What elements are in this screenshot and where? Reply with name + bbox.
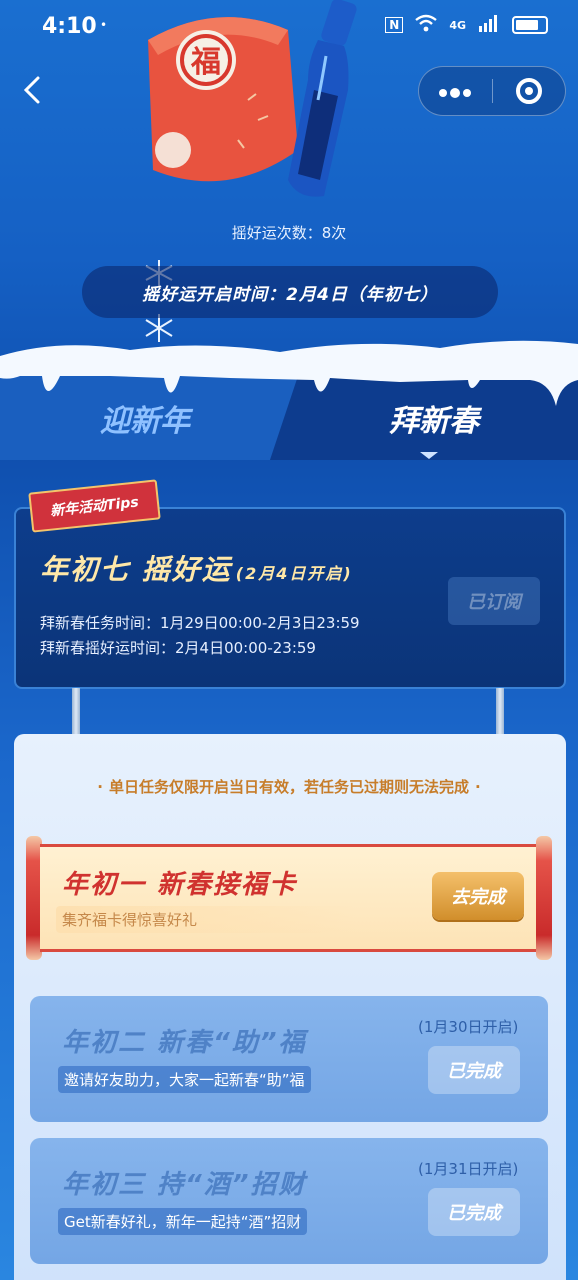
task-day2-card: 年初二 新春“助”福 邀请好友助力，大家一起新春“助”福 (1月30日开启) 已… bbox=[30, 996, 548, 1122]
subscribed-button[interactable]: 已订阅 bbox=[448, 577, 540, 625]
tips-title-main: 年初七 摇好运 bbox=[40, 553, 232, 586]
battery-icon bbox=[512, 16, 548, 34]
completed-button[interactable]: 已完成 bbox=[428, 1046, 520, 1094]
task-desc: Get新春好礼，新年一起持“酒”招财 bbox=[58, 1208, 308, 1235]
task-title: 年初一 新春接福卡 bbox=[62, 870, 298, 900]
task-desc: 邀请好友助力，大家一起新春“助”福 bbox=[58, 1066, 311, 1093]
status-time: 4:10 bbox=[42, 14, 97, 39]
target-icon bbox=[515, 78, 542, 104]
status-icons: N 4G bbox=[385, 14, 548, 36]
back-button[interactable] bbox=[18, 72, 48, 108]
shake-count: 摇好运次数：8次 bbox=[231, 224, 347, 242]
tips-title: 年初七 摇好运 (2月4日开启) bbox=[40, 548, 353, 588]
network-label: 4G bbox=[449, 18, 466, 32]
tab-active-indicator bbox=[420, 452, 438, 459]
task-rule-note: 单日任务仅限开启当日有效，若任务已过期则无法完成 bbox=[30, 776, 548, 797]
status-dot: • bbox=[100, 18, 108, 32]
snow-decoration bbox=[0, 340, 578, 406]
scroll-rod-right bbox=[536, 836, 552, 960]
task-open-date: (1月30日开启) bbox=[418, 1018, 519, 1036]
beer-bottle-illustration: ​ bbox=[288, 0, 357, 197]
task-time-line: 拜新春任务时间：1月29日00:00-2月3日23:59 bbox=[40, 614, 360, 632]
task-desc: 集齐福卡得惊喜好礼 bbox=[56, 906, 356, 933]
task-day3-card: 年初三 持“酒”招财 Get新春好礼，新年一起持“酒”招财 (1月31日开启) … bbox=[30, 1138, 548, 1264]
shake-open-time: 摇好运开启时间：2月4日（年初七） bbox=[82, 266, 498, 318]
chevron-left-icon bbox=[23, 76, 40, 104]
task-title: 年初三 持“酒”招财 bbox=[62, 1170, 307, 1200]
dice-fu-char: 福 bbox=[190, 45, 221, 80]
signal-icon bbox=[478, 14, 500, 36]
more-button[interactable] bbox=[419, 77, 492, 105]
more-dots-icon bbox=[439, 88, 472, 98]
close-button[interactable] bbox=[493, 78, 566, 104]
pillar-left bbox=[72, 688, 80, 736]
pillar-right bbox=[496, 688, 504, 736]
completed-button[interactable]: 已完成 bbox=[428, 1188, 520, 1236]
task-open-date: (1月31日开启) bbox=[418, 1160, 519, 1178]
task-title: 年初二 新春“助”福 bbox=[62, 1028, 307, 1058]
miniprogram-capsule bbox=[418, 66, 566, 116]
tips-title-sub: (2月4日开启) bbox=[235, 564, 353, 583]
go-complete-button[interactable]: 去完成 bbox=[432, 872, 524, 920]
shake-time-line: 拜新春摇好运时间：2月4日00:00-23:59 bbox=[40, 639, 316, 657]
wifi-icon bbox=[415, 14, 438, 36]
